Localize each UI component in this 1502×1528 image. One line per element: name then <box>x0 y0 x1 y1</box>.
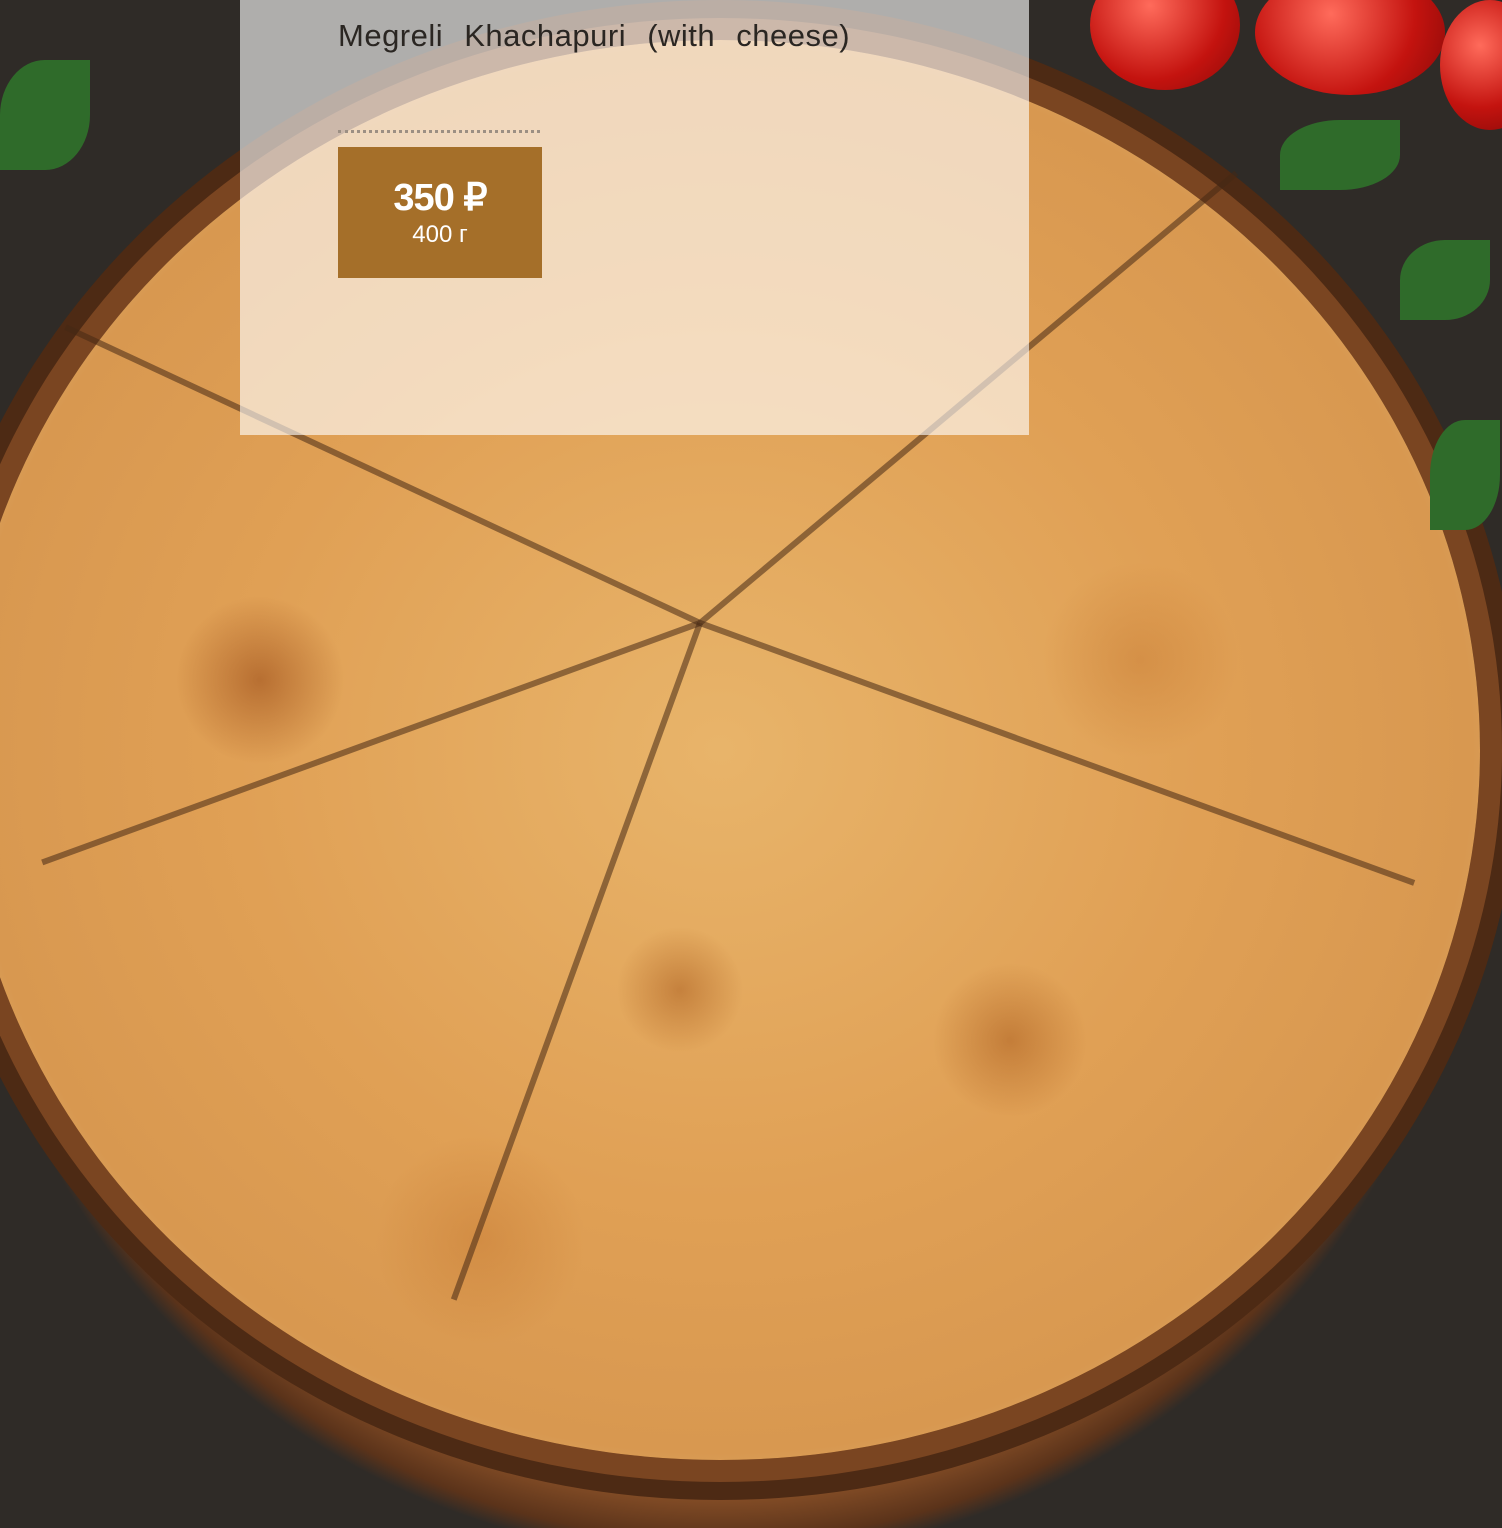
dotted-divider <box>338 130 540 133</box>
tomato-image <box>1440 0 1502 130</box>
parsley-image <box>1400 240 1490 320</box>
parsley-image <box>1280 120 1400 190</box>
price-value: 350 ₽ <box>393 177 487 219</box>
tomato-image <box>1255 0 1445 95</box>
weight-value: 400 г <box>412 221 468 248</box>
parsley-image <box>1430 420 1500 530</box>
price-badge: 350 ₽ 400 г <box>338 147 542 278</box>
dill-image <box>0 60 90 170</box>
tomato-image <box>1090 0 1240 90</box>
dish-title: Megreli Khachapuri (with cheese) <box>338 18 851 53</box>
